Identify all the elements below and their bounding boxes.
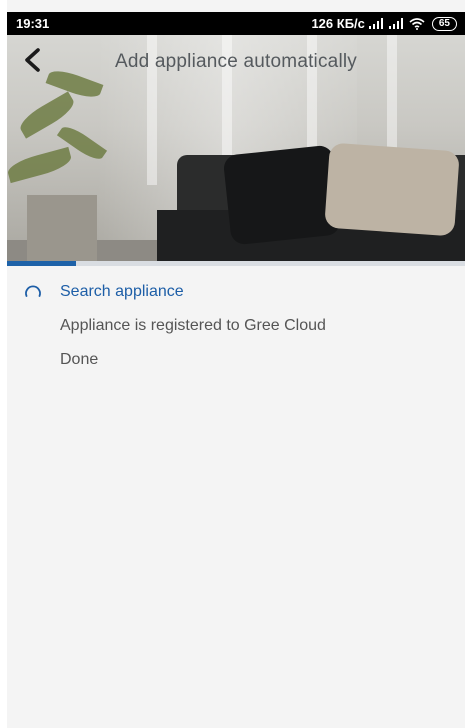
step-label: Done [60, 351, 99, 368]
loading-spinner-icon [25, 285, 41, 297]
status-bar: 19:31 126 КБ/с 65 [7, 12, 465, 35]
step-search-appliance: Search appliance [7, 278, 465, 312]
app-screen: 19:31 126 КБ/с 65 Add appliance automati… [7, 0, 465, 728]
progress-bar [7, 261, 465, 266]
step-list: Search appliance Appliance is registered… [7, 278, 465, 380]
step-label: Search appliance [60, 283, 184, 300]
signal-icon [388, 18, 403, 29]
step-label: Appliance is registered to Gree Cloud [60, 317, 326, 334]
progress-fill [7, 261, 76, 266]
page-title: Add appliance automatically [115, 51, 357, 72]
wifi-icon [409, 17, 425, 30]
battery-icon: 65 [431, 16, 457, 31]
signal-icon [368, 18, 383, 29]
status-time: 19:31 [16, 16, 50, 31]
status-icons: 126 КБ/с 65 [311, 16, 457, 31]
step-done: Done [7, 346, 465, 380]
nav-bar: Add appliance automatically [7, 35, 465, 87]
network-speed: 126 КБ/с [311, 16, 365, 31]
step-register-cloud: Appliance is registered to Gree Cloud [7, 312, 465, 346]
